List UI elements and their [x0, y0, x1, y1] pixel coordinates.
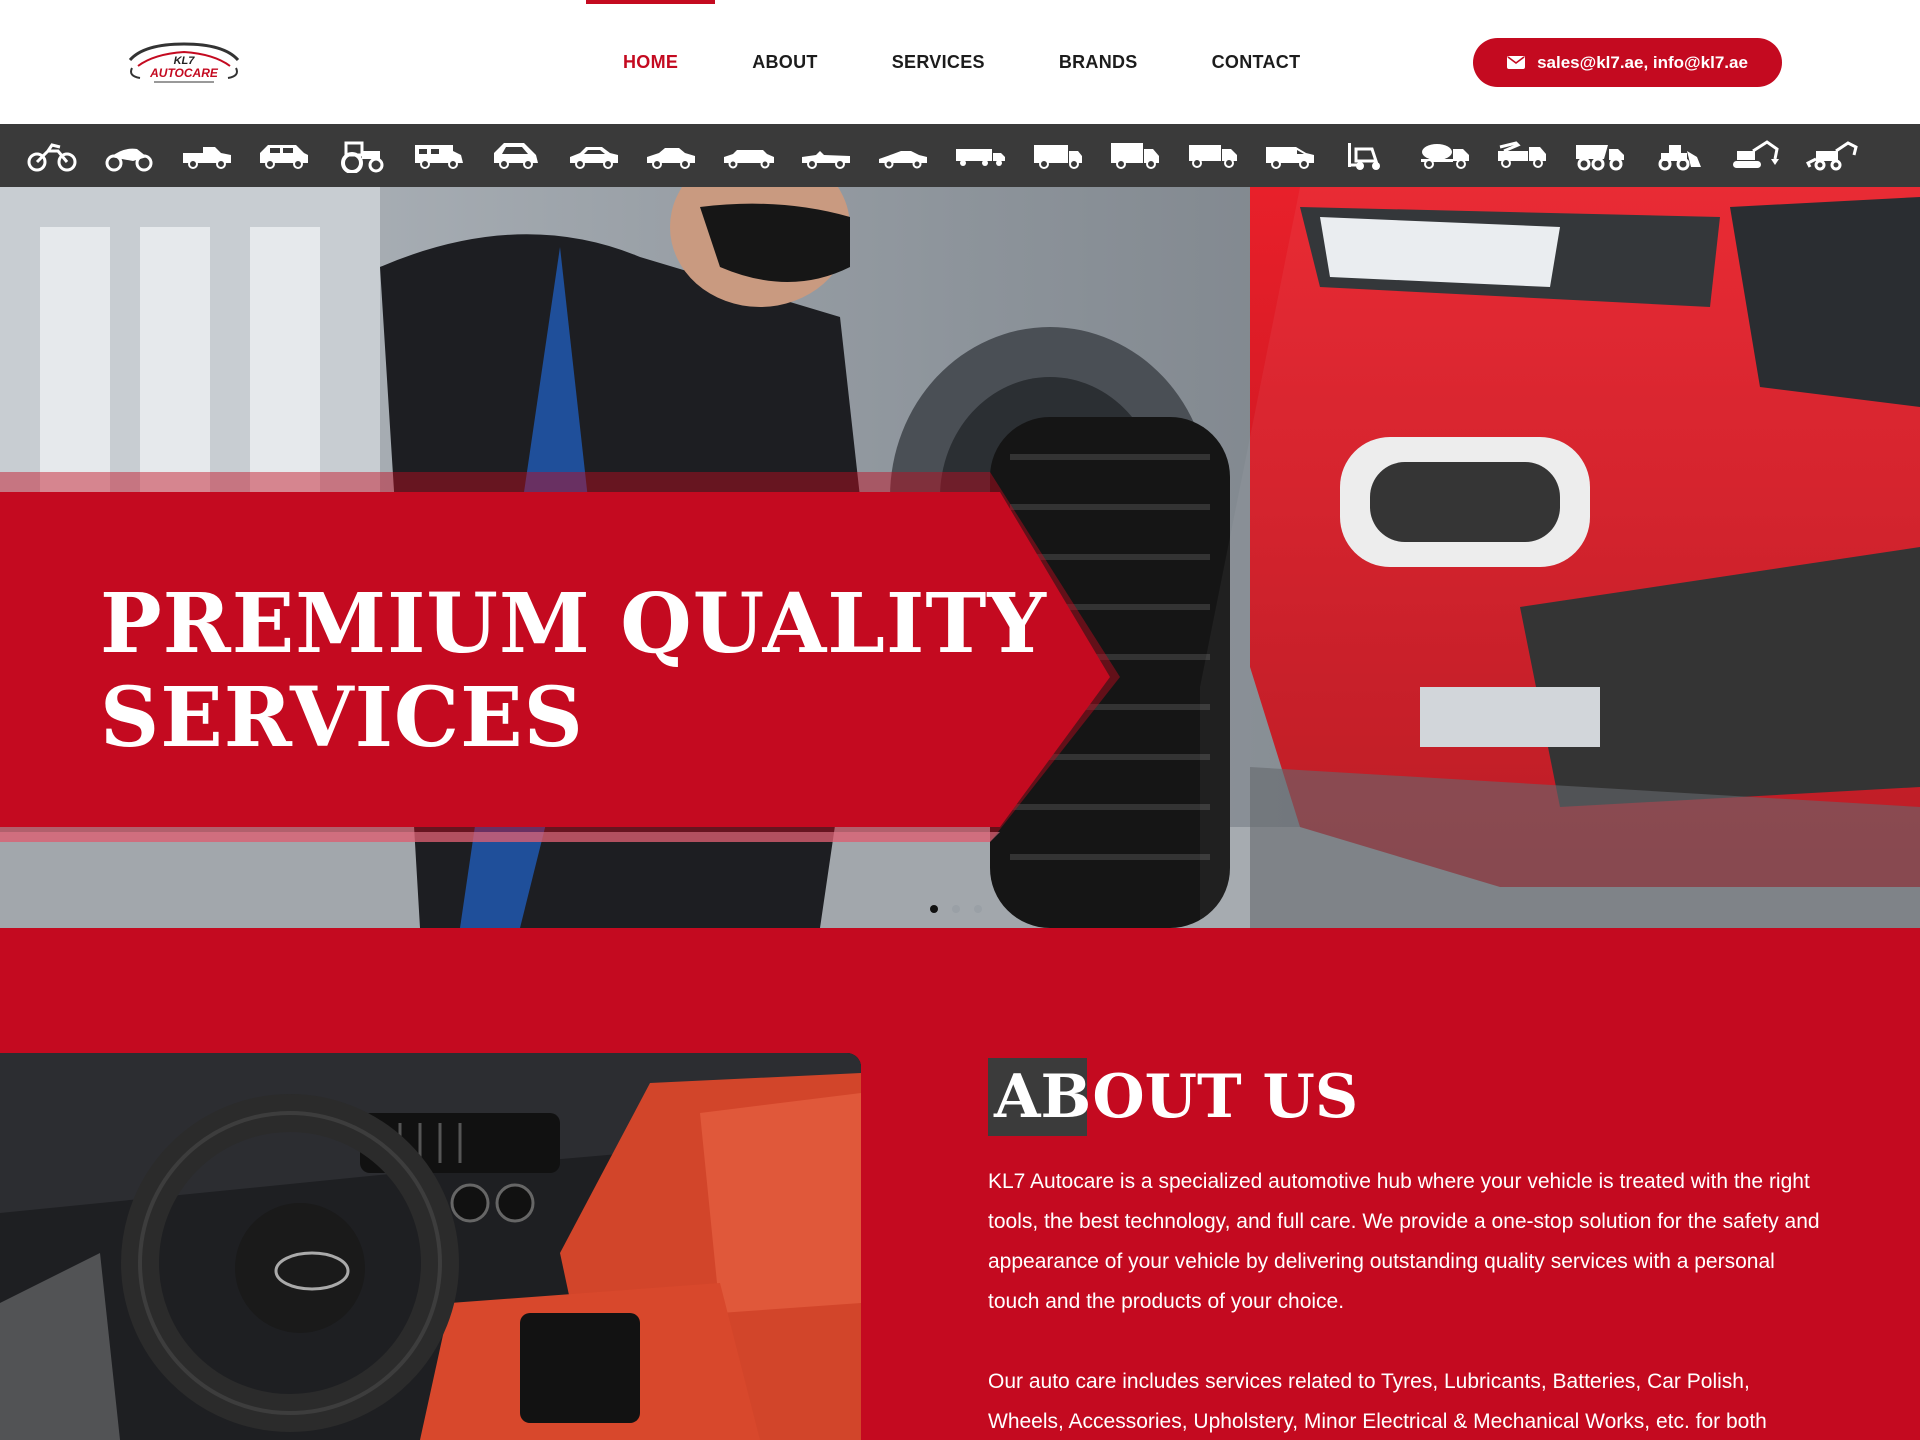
- slider-dot-1[interactable]: [930, 905, 938, 913]
- vehicle-category-strip: [0, 124, 1920, 187]
- nav-about[interactable]: ABOUT: [715, 0, 855, 124]
- tow-truck-icon[interactable]: [1496, 139, 1548, 173]
- forklift-icon[interactable]: [1342, 139, 1394, 173]
- about-heading: ABOUT US: [988, 1058, 1358, 1136]
- about-paragraph-2: Our auto care includes services related …: [988, 1370, 1767, 1433]
- about-body: KL7 Autocare is a specialized automotive…: [988, 1162, 1828, 1440]
- tractor-icon[interactable]: [336, 139, 388, 173]
- compact-car-icon[interactable]: [568, 139, 620, 173]
- sport-motorcycle-icon[interactable]: [103, 139, 155, 173]
- about-paragraph-1: KL7 Autocare is a specialized automotive…: [988, 1170, 1820, 1313]
- site-logo[interactable]: KL7 AUTOCARE: [124, 36, 244, 92]
- sedan-icon[interactable]: [645, 139, 697, 173]
- box-truck-icon[interactable]: [1032, 139, 1084, 173]
- sports-car-icon[interactable]: [877, 139, 929, 173]
- dirt-bike-icon[interactable]: [26, 139, 78, 173]
- main-nav: HOME ABOUT SERVICES BRANDS CONTACT: [586, 0, 1337, 124]
- backhoe-icon[interactable]: [1805, 139, 1858, 173]
- hero-title-line-2: SERVICES: [100, 670, 584, 766]
- car-interior-photo: [0, 1053, 861, 1440]
- slider-pagination: [930, 905, 982, 913]
- delivery-truck-icon[interactable]: [1109, 139, 1161, 173]
- logo-image: KL7 AUTOCARE: [128, 42, 240, 83]
- slider-dot-3[interactable]: [974, 905, 982, 913]
- cement-mixer-icon[interactable]: [1419, 139, 1471, 173]
- convertible-icon[interactable]: [800, 139, 852, 173]
- nav-brands[interactable]: BRANDS: [1022, 0, 1175, 124]
- excavator-icon[interactable]: [1729, 139, 1781, 173]
- logo-autocare-text: AUTOCARE: [149, 66, 219, 80]
- hero-title-line-1: PREMIUM QUALITY: [100, 576, 1047, 672]
- envelope-icon: [1507, 56, 1526, 69]
- pickup-truck-icon[interactable]: [181, 139, 233, 173]
- nav-contact[interactable]: CONTACT: [1175, 0, 1338, 124]
- camper-van-icon[interactable]: [413, 139, 465, 173]
- dump-truck-icon[interactable]: [1574, 139, 1626, 173]
- hero-title: PREMIUM QUALITY SERVICES: [100, 577, 1047, 765]
- wheel-loader-icon[interactable]: [1651, 139, 1703, 173]
- hero-background-image: [0, 187, 1920, 928]
- site-header: KL7 AUTOCARE HOME ABOUT SERVICES BRANDS …: [0, 0, 1920, 124]
- nav-home[interactable]: HOME: [586, 0, 716, 124]
- about-interior-image: [0, 1053, 861, 1440]
- hatchback-icon[interactable]: [490, 139, 542, 173]
- email-button-label: sales@kl7.ae, info@kl7.ae: [1537, 52, 1748, 72]
- nav-services[interactable]: SERVICES: [855, 0, 1022, 124]
- slider-dot-2[interactable]: [952, 905, 960, 913]
- hero-slider: PREMIUM QUALITY SERVICES: [0, 187, 1920, 928]
- limousine-icon[interactable]: [723, 139, 775, 173]
- about-heading-text: ABOUT US: [994, 1062, 1359, 1132]
- email-button[interactable]: sales@kl7.ae, info@kl7.ae: [1473, 38, 1782, 87]
- suv-icon[interactable]: [258, 139, 310, 173]
- semi-trailer-icon[interactable]: [955, 139, 1007, 173]
- van-icon[interactable]: [1264, 139, 1316, 173]
- flatbed-truck-icon[interactable]: [1187, 139, 1239, 173]
